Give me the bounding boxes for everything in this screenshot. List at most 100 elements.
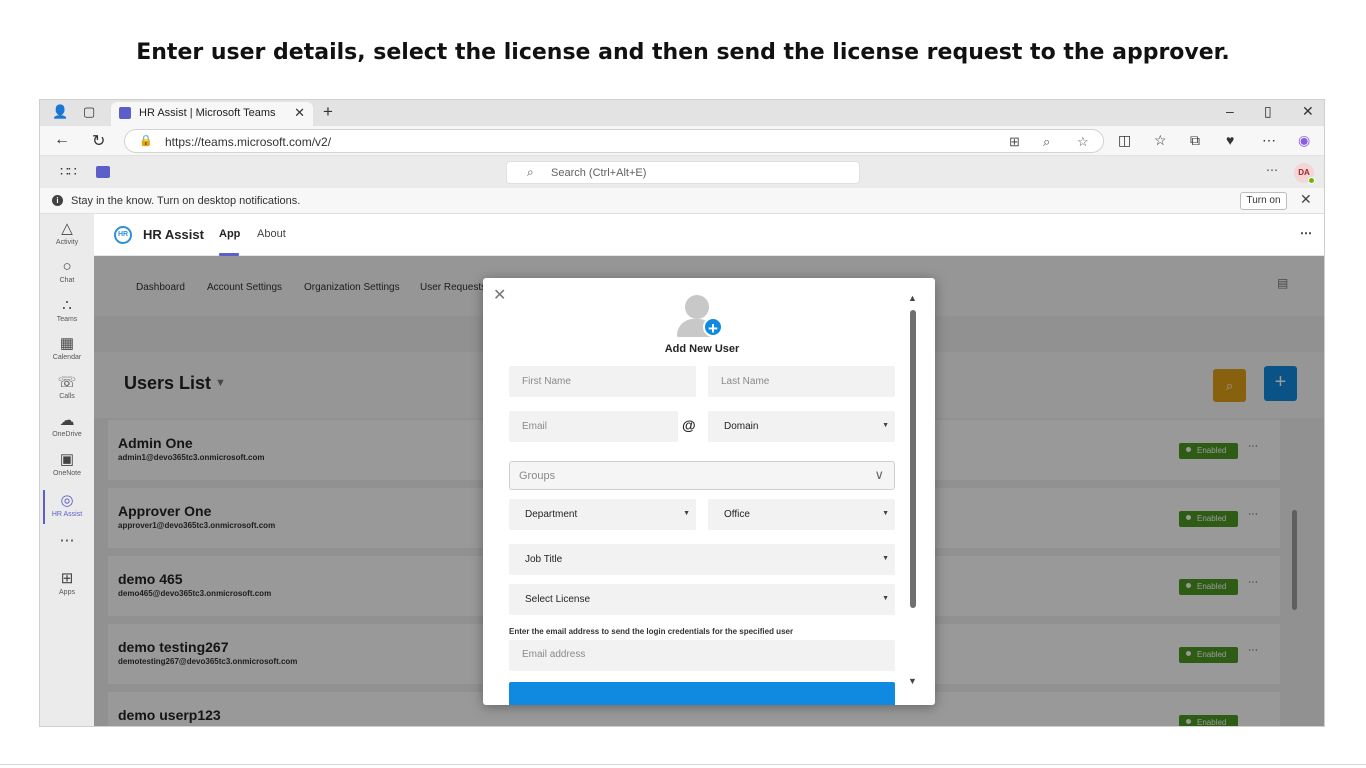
rail-label: Apps <box>59 589 75 596</box>
rail-item-more[interactable]: ⋯ <box>40 532 94 550</box>
app-name: HR Assist <box>143 227 204 242</box>
job-title-value: Job Title <box>525 554 563 565</box>
slide-title: Enter user details, select the license a… <box>136 40 1230 65</box>
cloud-icon: ☁ <box>59 412 75 429</box>
rail-label: OneNote <box>52 470 82 477</box>
onenote-icon: ▣ <box>59 451 75 468</box>
app-more-icon[interactable]: ⋯ <box>1300 226 1312 240</box>
chevron-down-icon: ▼ <box>882 510 889 517</box>
phone-icon: ☏ <box>57 374 77 391</box>
rail-label: Calendar <box>52 354 82 361</box>
domain-select[interactable]: Domain ▼ <box>708 411 895 442</box>
address-bar[interactable]: 🔒 https://teams.microsoft.com/v2/ ⊞ ⌕ ☆ <box>124 129 1104 153</box>
license-select[interactable]: Select License ▼ <box>509 584 895 615</box>
email-field[interactable]: Email <box>509 411 678 442</box>
teams-favicon-icon <box>119 107 131 119</box>
rail-item-teams[interactable]: ∴ Teams <box>40 297 94 323</box>
last-name-field[interactable]: Last Name <box>708 366 895 397</box>
settings-more-icon[interactable]: ⋯ <box>1262 132 1276 149</box>
credentials-email-field[interactable]: Email address <box>509 640 895 671</box>
browser-tab-bar: 👤 ▢ HR Assist | Microsoft Teams ✕ + – ▯ … <box>40 100 1324 126</box>
groups-placeholder: Groups <box>519 470 556 482</box>
last-name-placeholder: Last Name <box>721 376 770 387</box>
scroll-up-icon[interactable]: ▲ <box>908 293 917 303</box>
window-close-icon[interactable]: ✕ <box>1302 103 1314 120</box>
split-screen-icon[interactable]: ◫ <box>1118 132 1131 149</box>
chat-icon: ○ <box>62 258 72 275</box>
rail-label: Calls <box>59 393 75 400</box>
workspaces-icon[interactable]: ▢ <box>83 104 95 120</box>
rail-item-onenote[interactable]: ▣ OneNote <box>40 451 94 477</box>
first-name-field[interactable]: First Name <box>509 366 696 397</box>
rail-label: Activity <box>55 239 79 246</box>
collections-icon[interactable]: ⧉ <box>1190 132 1200 149</box>
first-name-placeholder: First Name <box>522 376 571 387</box>
department-value: Department <box>525 509 578 520</box>
info-icon: i <box>52 195 63 206</box>
copilot-icon[interactable]: ◉ <box>1298 132 1310 149</box>
modal-close-icon[interactable]: ✕ <box>493 285 506 305</box>
department-select[interactable]: Department ▼ <box>509 499 696 530</box>
app-header: HR HR Assist App About ⋯ <box>94 214 1324 256</box>
job-title-select[interactable]: Job Title ▼ <box>509 544 895 575</box>
teams-header: ∷∷ ⌕ Search (Ctrl+Alt+E) ⋯ DA <box>40 156 1324 188</box>
office-select[interactable]: Office ▼ <box>708 499 895 530</box>
browser-tab[interactable]: HR Assist | Microsoft Teams ✕ <box>111 102 313 126</box>
rail-item-chat[interactable]: ○ Chat <box>40 258 94 284</box>
more-apps-icon: ⋯ <box>59 532 75 549</box>
domain-value: Domain <box>724 421 759 432</box>
groups-select[interactable]: Groups ∨ <box>509 461 895 490</box>
reader-view-icon[interactable]: ⊞ <box>1009 134 1020 150</box>
rail-label: Teams <box>56 316 78 323</box>
rail-item-hr-assist[interactable]: ◎ HR Assist <box>40 492 94 518</box>
turn-on-button[interactable]: Turn on <box>1240 192 1287 210</box>
more-options-icon[interactable]: ⋯ <box>1266 163 1278 177</box>
add-user-modal: ✕ ▲ ▼ + Add New User First Name Last Nam… <box>483 278 935 705</box>
refresh-icon[interactable]: ↻ <box>92 131 105 151</box>
minimize-icon[interactable]: – <box>1226 103 1234 119</box>
credentials-instruction: Enter the email address to send the logi… <box>509 627 794 636</box>
url-text[interactable]: https://teams.microsoft.com/v2/ <box>165 135 331 149</box>
tab-app[interactable]: App <box>219 228 240 240</box>
rail-label: Chat <box>59 277 75 284</box>
rail-item-apps[interactable]: ⊞ Apps <box>40 570 94 596</box>
address-row: ← ↻ 🔒 https://teams.microsoft.com/v2/ ⊞ … <box>40 126 1324 156</box>
rail-item-activity[interactable]: △ Activity <box>40 220 94 246</box>
hr-assist-logo-icon: HR <box>114 226 132 244</box>
send-request-button[interactable] <box>509 682 895 705</box>
new-tab-icon[interactable]: + <box>323 102 333 122</box>
zoom-icon[interactable]: ⌕ <box>1043 134 1050 150</box>
rail-item-onedrive[interactable]: ☁ OneDrive <box>40 412 94 438</box>
favorite-star-icon[interactable]: ☆ <box>1077 134 1089 150</box>
notification-close-icon[interactable]: ✕ <box>1300 191 1312 208</box>
presence-available-icon <box>1308 177 1315 184</box>
tab-about[interactable]: About <box>257 228 286 240</box>
apps-icon: ⊞ <box>60 570 74 587</box>
rail-label: OneDrive <box>52 431 82 438</box>
notification-text: Stay in the know. Turn on desktop notifi… <box>71 195 301 207</box>
bell-icon: △ <box>61 220 73 237</box>
email-placeholder: Email <box>522 421 548 432</box>
profile-icon[interactable]: 👤 <box>52 104 68 120</box>
favorites-icon[interactable]: ☆ <box>1154 132 1167 149</box>
teams-logo-icon <box>96 166 110 178</box>
app-launcher-icon[interactable]: ∷∷ <box>60 163 77 180</box>
back-icon[interactable]: ← <box>54 131 70 149</box>
email-address-placeholder: Email address <box>522 649 586 660</box>
tab-close-icon[interactable]: ✕ <box>294 105 305 121</box>
slide-divider <box>0 764 1366 765</box>
rail-label: HR Assist <box>51 511 83 518</box>
rail-item-calendar[interactable]: ▦ Calendar <box>40 335 94 361</box>
browser-tab-title: HR Assist | Microsoft Teams <box>139 107 276 119</box>
extensions-icon[interactable]: ♥ <box>1226 132 1234 148</box>
modal-title: Add New User <box>664 343 740 355</box>
scroll-down-icon[interactable]: ▼ <box>908 676 917 686</box>
rail-item-calls[interactable]: ☏ Calls <box>40 374 94 400</box>
notification-bar: i Stay in the know. Turn on desktop noti… <box>40 188 1324 214</box>
restore-icon[interactable]: ▯ <box>1264 103 1272 120</box>
teams-rail: △ Activity ○ Chat ∴ Teams ▦ Calendar ☏ C… <box>40 214 94 726</box>
add-user-icon: + <box>677 295 725 339</box>
chevron-down-icon: ▼ <box>683 510 690 517</box>
lock-icon[interactable]: 🔒 <box>139 134 153 147</box>
teams-search[interactable]: ⌕ Search (Ctrl+Alt+E) <box>506 161 860 184</box>
